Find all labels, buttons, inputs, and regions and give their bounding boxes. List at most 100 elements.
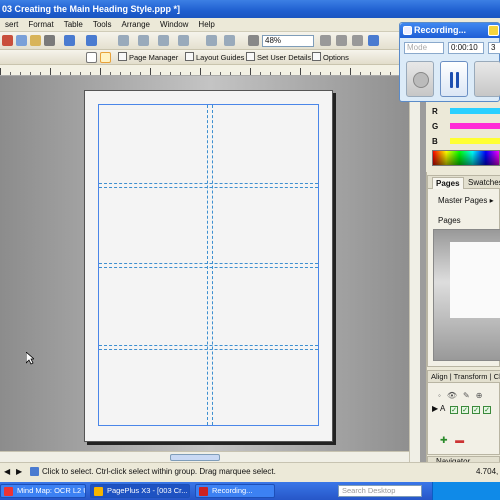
zoom-field[interactable]: 48% xyxy=(262,35,314,47)
recording-title-bar[interactable]: Recording... xyxy=(400,23,500,38)
layer-lock-checkbox[interactable]: ✓ xyxy=(472,406,481,414)
row-guide xyxy=(99,183,318,184)
pause-icon xyxy=(450,72,460,88)
column-guide xyxy=(212,105,213,425)
vertical-scrollbar[interactable] xyxy=(409,76,420,462)
layout-guides-label: Layout Guides xyxy=(196,53,245,62)
arrange-front-icon[interactable] xyxy=(158,35,169,46)
task-pageplus[interactable]: PagePlus X3 - [003 Cr... xyxy=(90,484,190,498)
portrait-icon[interactable] xyxy=(86,52,97,63)
margin-guides xyxy=(98,104,319,426)
redo-icon[interactable] xyxy=(86,35,97,46)
master-pages-toggle[interactable]: Master Pages ▸ xyxy=(438,196,494,205)
row-guide xyxy=(99,345,318,346)
scroll-right-icon[interactable]: ▶ xyxy=(16,467,22,476)
align-panel-tabs[interactable]: Align | Transform | Ch xyxy=(428,371,500,383)
task-mind-map[interactable]: Mind Map: OCR L2 Un... xyxy=(0,484,86,498)
menu-insert[interactable]: sert xyxy=(0,18,23,32)
menu-table[interactable]: Table xyxy=(59,18,88,32)
zoom-out-icon[interactable] xyxy=(352,35,363,46)
tab-swatches[interactable]: Swatches xyxy=(465,177,500,189)
row-guide xyxy=(99,267,318,268)
recording-title: Recording... xyxy=(414,25,467,35)
page-thumbnail[interactable] xyxy=(450,242,500,318)
desktop-search-input[interactable]: Search Desktop xyxy=(338,485,422,497)
blue-slider[interactable]: B xyxy=(432,137,500,146)
zoom-value: 48% xyxy=(265,36,282,45)
horizontal-scrollbar[interactable] xyxy=(0,451,409,462)
recorder-logo-icon xyxy=(403,26,412,35)
pause-button[interactable] xyxy=(440,61,468,97)
green-label: G xyxy=(432,122,439,131)
row-guide xyxy=(99,187,318,188)
status-bar: ◀ ▶ Click to select. Ctrl-click select w… xyxy=(0,462,500,482)
landscape-icon[interactable] xyxy=(100,52,111,63)
colour-spectrum[interactable] xyxy=(432,150,500,166)
layer-visible-checkbox[interactable]: ✓ xyxy=(450,406,459,414)
stop-button[interactable] xyxy=(474,61,500,97)
task-recording[interactable]: Recording... xyxy=(195,484,275,498)
tab-pages[interactable]: Pages xyxy=(432,177,464,189)
options-button[interactable]: Options xyxy=(312,52,349,63)
set-user-details-button[interactable]: Set User Details xyxy=(246,52,311,63)
options-icon xyxy=(312,52,321,61)
menu-tools[interactable]: Tools xyxy=(88,18,117,32)
document-page[interactable] xyxy=(84,90,333,442)
format-painter-icon[interactable] xyxy=(44,35,55,46)
recording-count: 3 xyxy=(488,42,500,54)
search-placeholder: Search Desktop xyxy=(342,486,396,495)
copy-icon[interactable] xyxy=(16,35,27,46)
distribute-icon[interactable] xyxy=(224,35,235,46)
window-title-bar[interactable]: 03 Creating the Main Heading Style.ppp *… xyxy=(0,0,500,18)
menu-window[interactable]: Window xyxy=(155,18,193,32)
recording-widget[interactable]: Recording... Mode 0:00:10 3 xyxy=(399,22,500,102)
zoom-search-icon[interactable] xyxy=(336,35,347,46)
scroll-left-icon[interactable]: ◀ xyxy=(4,467,10,476)
align-icon[interactable] xyxy=(206,35,217,46)
taskbar: Mind Map: OCR L2 Un... PagePlus X3 - [00… xyxy=(0,482,500,500)
minimize-icon[interactable] xyxy=(488,25,499,36)
blue-slider-bar[interactable] xyxy=(450,138,500,144)
add-layer-icon[interactable]: ✚ xyxy=(440,435,448,445)
layer-snap-checkbox[interactable]: ✓ xyxy=(483,406,492,414)
record-button[interactable] xyxy=(406,61,434,97)
align-panel: Align | Transform | Ch ◦👁✎⊕ ▶ A ✓ ✓ ✓ ✓ ✚ ▬ xyxy=(427,370,500,455)
recording-time: 0:00:10 xyxy=(451,43,478,52)
cut-icon[interactable] xyxy=(2,35,13,46)
blue-label: B xyxy=(432,137,438,146)
page-manager-button[interactable]: Page Manager xyxy=(118,52,178,63)
pages-view xyxy=(433,229,500,361)
row-guide xyxy=(99,263,318,264)
zoom-tool-icon[interactable] xyxy=(248,35,259,46)
status-message: Click to select. Ctrl-click select withi… xyxy=(42,467,276,476)
layout-guides-button[interactable]: Layout Guides xyxy=(185,52,244,63)
ungroup-icon[interactable] xyxy=(138,35,149,46)
scroll-thumb[interactable] xyxy=(170,454,220,461)
task-label: Mind Map: OCR L2 Un... xyxy=(17,486,85,495)
red-slider-bar[interactable] xyxy=(450,108,500,114)
fit-page-icon[interactable] xyxy=(368,35,379,46)
group-icon[interactable] xyxy=(118,35,129,46)
row-guide xyxy=(99,349,318,350)
zoom-in-icon[interactable] xyxy=(320,35,331,46)
layer-row[interactable]: ▶ A ✓ ✓ ✓ ✓ xyxy=(432,403,500,415)
green-slider[interactable]: G xyxy=(432,122,500,131)
horizontal-ruler[interactable] xyxy=(0,65,420,76)
red-slider[interactable]: R xyxy=(432,107,500,116)
menu-arrange[interactable]: Arrange xyxy=(117,18,155,32)
menu-format[interactable]: Format xyxy=(23,18,58,32)
recording-mode[interactable]: Mode xyxy=(404,42,444,54)
undo-icon[interactable] xyxy=(64,35,75,46)
arrange-back-icon[interactable] xyxy=(178,35,189,46)
layer-print-checkbox[interactable]: ✓ xyxy=(461,406,470,414)
layer-expand-icon[interactable]: ▶ xyxy=(432,404,438,413)
recorder-app-icon xyxy=(199,487,208,496)
menu-help[interactable]: Help xyxy=(193,18,219,32)
remove-layer-icon[interactable]: ▬ xyxy=(455,435,464,445)
green-slider-bar[interactable] xyxy=(450,123,500,129)
recording-mode-label: Mode xyxy=(407,43,428,52)
pages-panel-tabs: Pages Swatches xyxy=(428,176,500,189)
mind-map-app-icon xyxy=(4,487,13,496)
paste-icon[interactable] xyxy=(30,35,41,46)
pages-panel: Pages Swatches Master Pages ▸ Pages xyxy=(427,175,500,367)
